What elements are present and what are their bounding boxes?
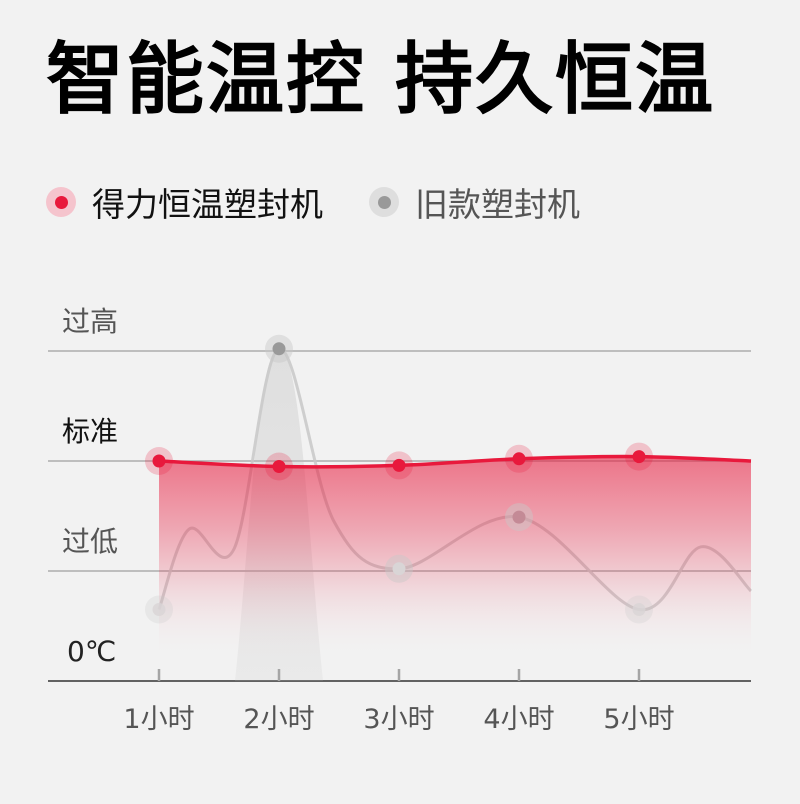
new-data-point [152,454,166,468]
old-data-point [272,342,286,356]
x-tick-label: 5小时 [603,704,674,735]
new-data-point [272,460,286,473]
x-tick-label: 1小时 [123,704,194,735]
new-data-point [632,450,646,464]
old-data-point [512,510,526,524]
new-series-fill [159,456,751,661]
y-tick-label: 标准 [62,415,118,448]
x-tick-label: 2小时 [243,704,314,735]
new-series-area [159,456,751,661]
x-tick-label: 4小时 [483,704,554,735]
y-tick-label: 0℃ [67,635,116,668]
chart-svg: 0℃ 过低 标准 过高 1小时 2小时 3小时 4小时 5小时 [48,305,753,735]
y-tick-label: 过低 [62,525,118,558]
new-data-point [392,458,406,472]
new-data-point [512,452,526,466]
y-tick-label: 过高 [62,305,118,338]
old-data-point [152,603,166,616]
temperature-chart: 0℃ 过低 标准 过高 1小时 2小时 3小时 4小时 5小时 [0,0,800,800]
x-axis: 1小时 2小时 3小时 4小时 5小时 [123,669,675,735]
x-tick-label: 3小时 [363,704,434,735]
old-data-point [632,603,646,616]
old-data-point [392,562,406,576]
y-axis-labels: 0℃ 过低 标准 过高 [62,305,118,668]
